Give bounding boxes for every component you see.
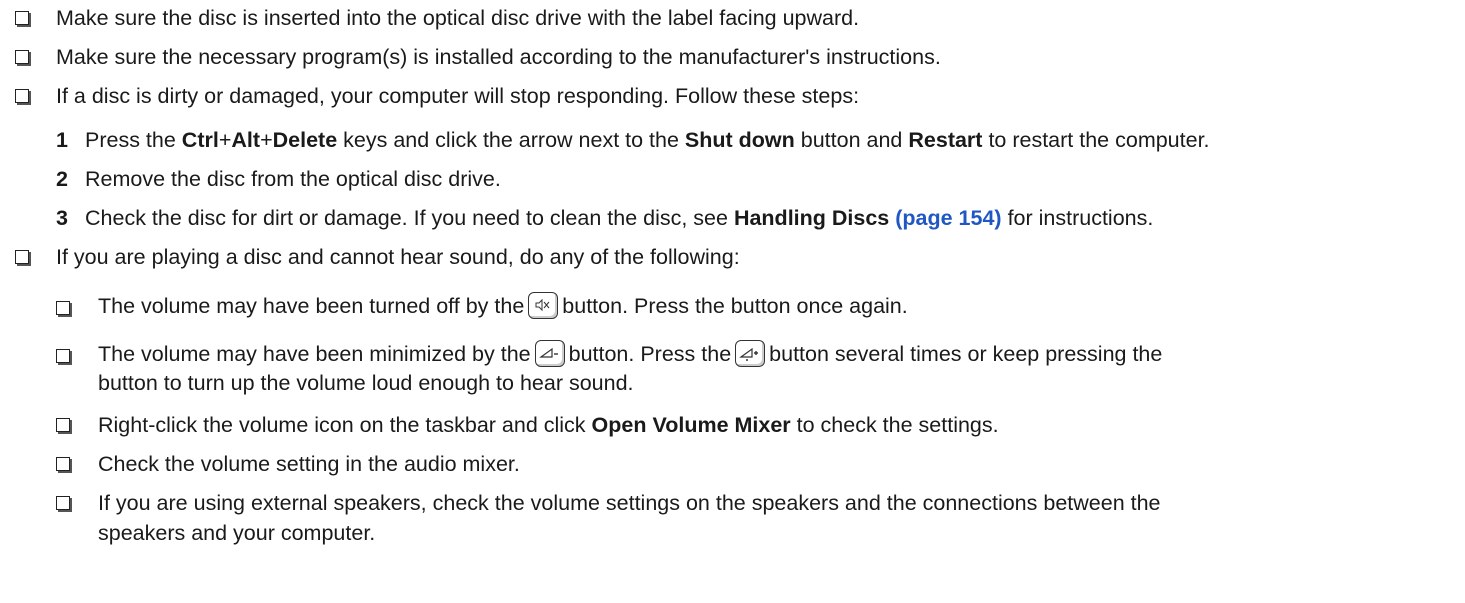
list-item: Make sure the necessary program(s) is in… [56, 45, 941, 69]
list-item: If a disc is dirty or damaged, your comp… [56, 84, 860, 108]
volume-down-key-icon [534, 340, 565, 367]
list-item: Make sure the disc is inserted into the … [56, 6, 860, 30]
checkbox-icon [56, 418, 70, 432]
step-number: 1 [56, 128, 68, 152]
step-text: Check the disc for dirt or damage. If yo… [85, 206, 1154, 230]
volume-up-key-icon [735, 340, 766, 367]
step-number: 2 [56, 167, 68, 191]
checkbox-icon [56, 496, 70, 510]
checkbox-icon [56, 349, 70, 363]
sub-list-item: The volume may have been minimized by th… [98, 340, 1163, 367]
checkbox-icon [15, 11, 29, 25]
checkbox-icon [15, 89, 29, 103]
sub-list-item: If you are using external speakers, chec… [98, 491, 1161, 515]
checkbox-icon [15, 50, 29, 64]
sub-list-item-continued: button to turn up the volume loud enough… [98, 371, 634, 395]
mute-key-icon [528, 292, 559, 319]
checkbox-icon [56, 457, 70, 471]
list-item: If you are playing a disc and cannot hea… [56, 245, 740, 269]
step-text: Press the Ctrl+Alt+Delete keys and click… [85, 128, 1210, 152]
page-link[interactable]: (page 154) [895, 206, 1001, 230]
step-text: Remove the disc from the optical disc dr… [85, 167, 501, 191]
sub-list-item: The volume may have been turned off by t… [98, 292, 908, 319]
sub-list-item-continued: speakers and your computer. [98, 521, 376, 545]
step-number: 3 [56, 206, 68, 230]
sub-list-item: Right-click the volume icon on the taskb… [98, 413, 999, 437]
checkbox-icon [56, 301, 70, 315]
checkbox-icon [15, 250, 29, 264]
sub-list-item: Check the volume setting in the audio mi… [98, 452, 520, 476]
